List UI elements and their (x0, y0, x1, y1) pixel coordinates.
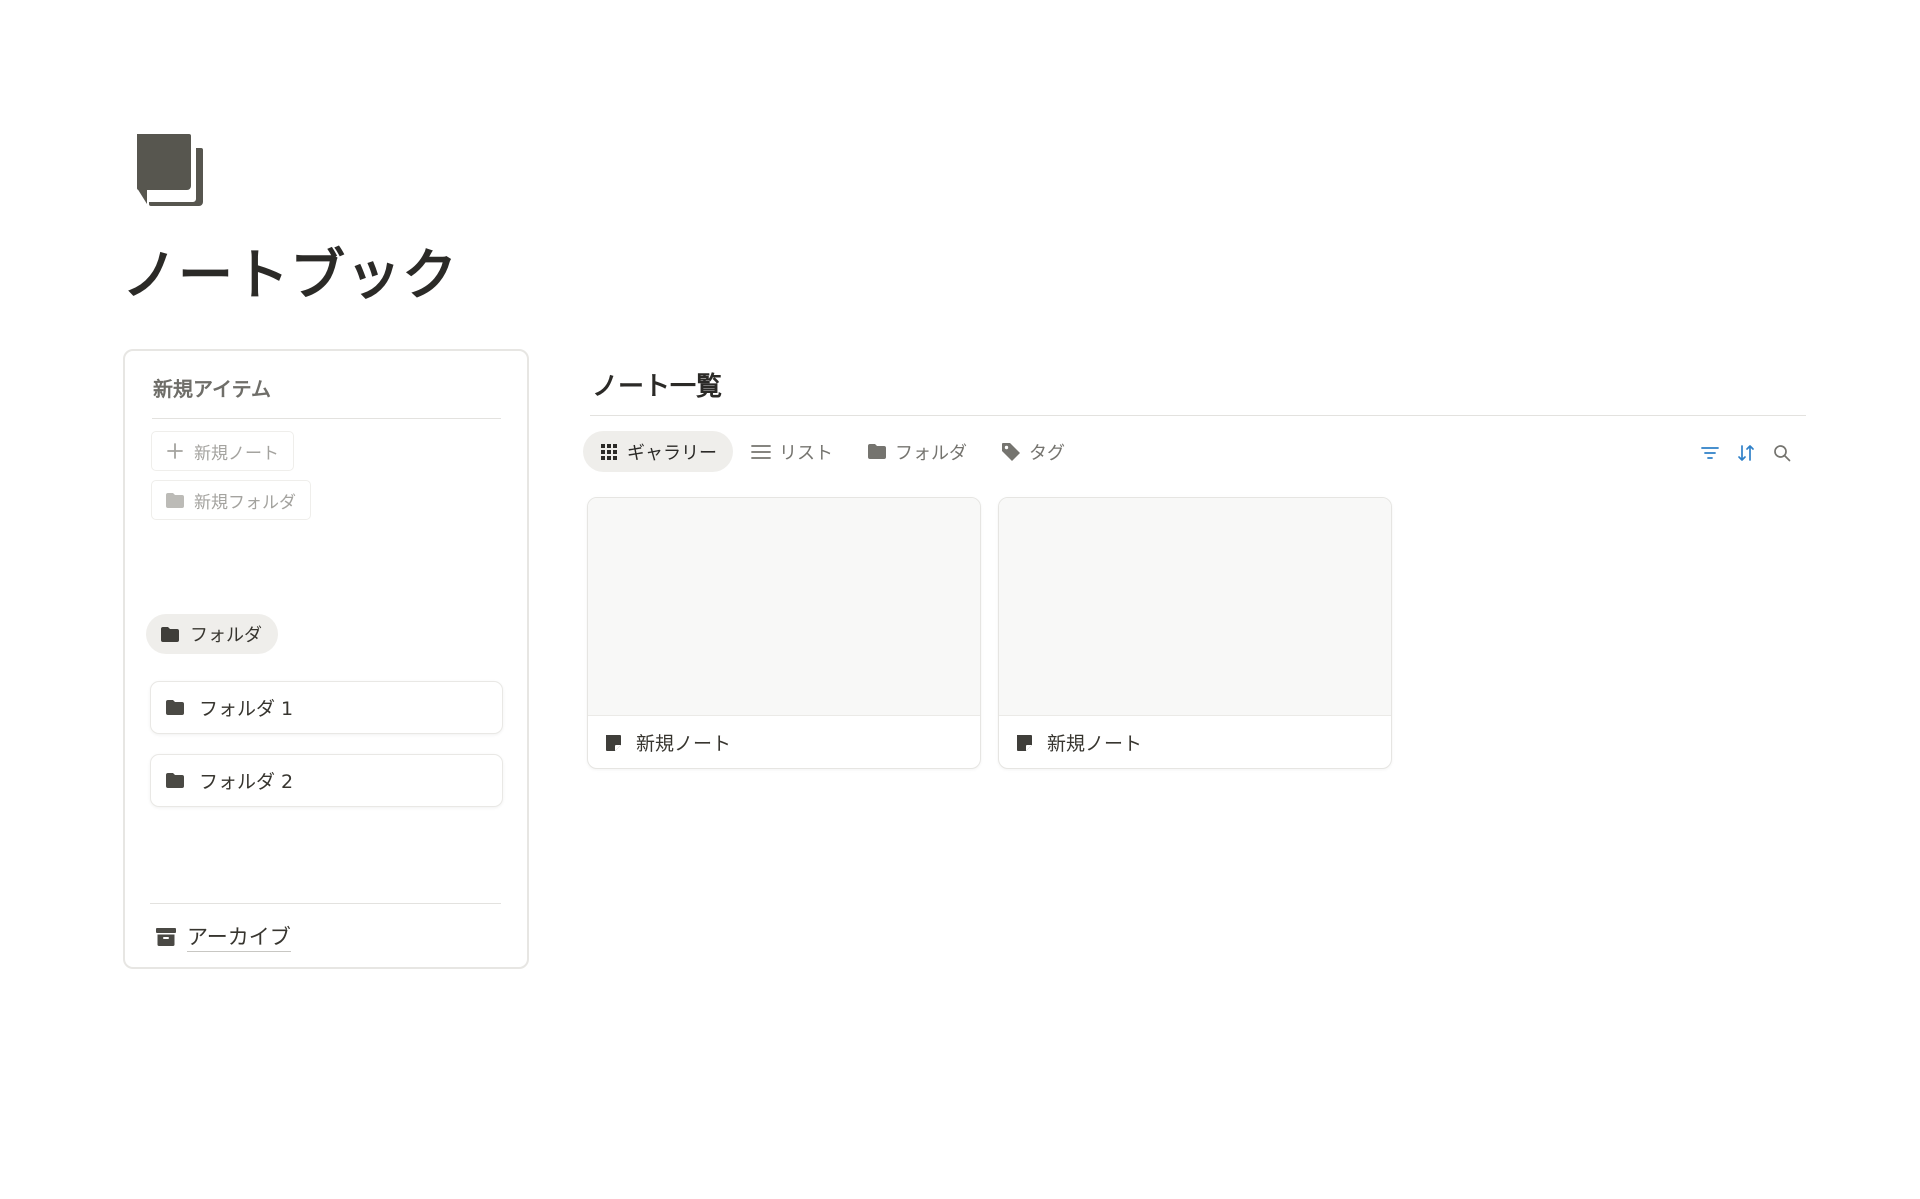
notebook-icon (134, 132, 210, 212)
note-title: 新規ノート (1047, 733, 1143, 755)
folder-card[interactable]: フォルダ 2 (150, 754, 503, 807)
list-icon (750, 441, 772, 463)
folder-card[interactable]: フォルダ 1 (150, 681, 503, 734)
tab-label: フォルダ (895, 442, 967, 464)
divider (150, 903, 501, 904)
new-folder-label: 新規フォルダ (194, 492, 296, 513)
tab-list[interactable]: リスト (735, 431, 849, 472)
folder-icon (160, 623, 182, 645)
note-icon (1015, 732, 1037, 754)
new-folder-button[interactable]: 新規フォルダ (151, 480, 311, 520)
note-card-footer: 新規ノート (999, 716, 1391, 768)
note-card-footer: 新規ノート (588, 716, 980, 768)
panel-heading: 新規アイテム (153, 377, 271, 401)
tab-label: リスト (779, 442, 833, 464)
sort-icon[interactable] (1734, 441, 1758, 465)
new-items-panel: 新規アイテム 新規ノート 新規フォルダ フォルダ フォルダ 1 フォルダ 2 ア… (123, 349, 529, 969)
tab-tag[interactable]: タグ (985, 431, 1081, 472)
divider (590, 415, 1806, 416)
folder-chip-label: フォルダ (190, 625, 262, 646)
archive-icon (155, 925, 179, 949)
folder-icon (165, 697, 187, 719)
folder-icon (164, 489, 186, 511)
note-preview (999, 498, 1391, 716)
tab-label: タグ (1029, 442, 1065, 464)
divider (152, 418, 501, 419)
archive-label: アーカイブ (187, 923, 291, 952)
page: ノートブック 新規アイテム 新規ノート 新規フォルダ フォルダ フォルダ 1 フ… (0, 0, 1920, 1199)
folder-icon (165, 770, 187, 792)
folder-card-label: フォルダ 1 (199, 698, 294, 720)
note-card[interactable]: 新規ノート (998, 497, 1392, 769)
search-icon[interactable] (1770, 441, 1794, 465)
note-title: 新規ノート (636, 733, 732, 755)
new-note-label: 新規ノート (194, 443, 279, 464)
tag-icon (1000, 441, 1022, 463)
view-tabs: ギャラリー リスト フォルダ タグ (583, 431, 1081, 472)
folder-filter-chip[interactable]: フォルダ (146, 614, 278, 654)
grid-icon (598, 441, 620, 463)
new-note-button[interactable]: 新規ノート (151, 431, 294, 471)
section-title: ノート一覧 (592, 372, 723, 402)
note-icon (604, 732, 626, 754)
filter-icon[interactable] (1698, 441, 1722, 465)
note-preview (588, 498, 980, 716)
tab-folder[interactable]: フォルダ (851, 431, 983, 472)
tab-gallery[interactable]: ギャラリー (583, 431, 733, 472)
folder-card-label: フォルダ 2 (199, 771, 294, 793)
archive-link[interactable]: アーカイブ (155, 919, 291, 955)
page-title: ノートブック (122, 243, 459, 307)
tab-label: ギャラリー (627, 442, 717, 464)
plus-icon (164, 440, 186, 462)
note-card[interactable]: 新規ノート (587, 497, 981, 769)
folder-icon (866, 441, 888, 463)
view-tools (1698, 441, 1794, 465)
